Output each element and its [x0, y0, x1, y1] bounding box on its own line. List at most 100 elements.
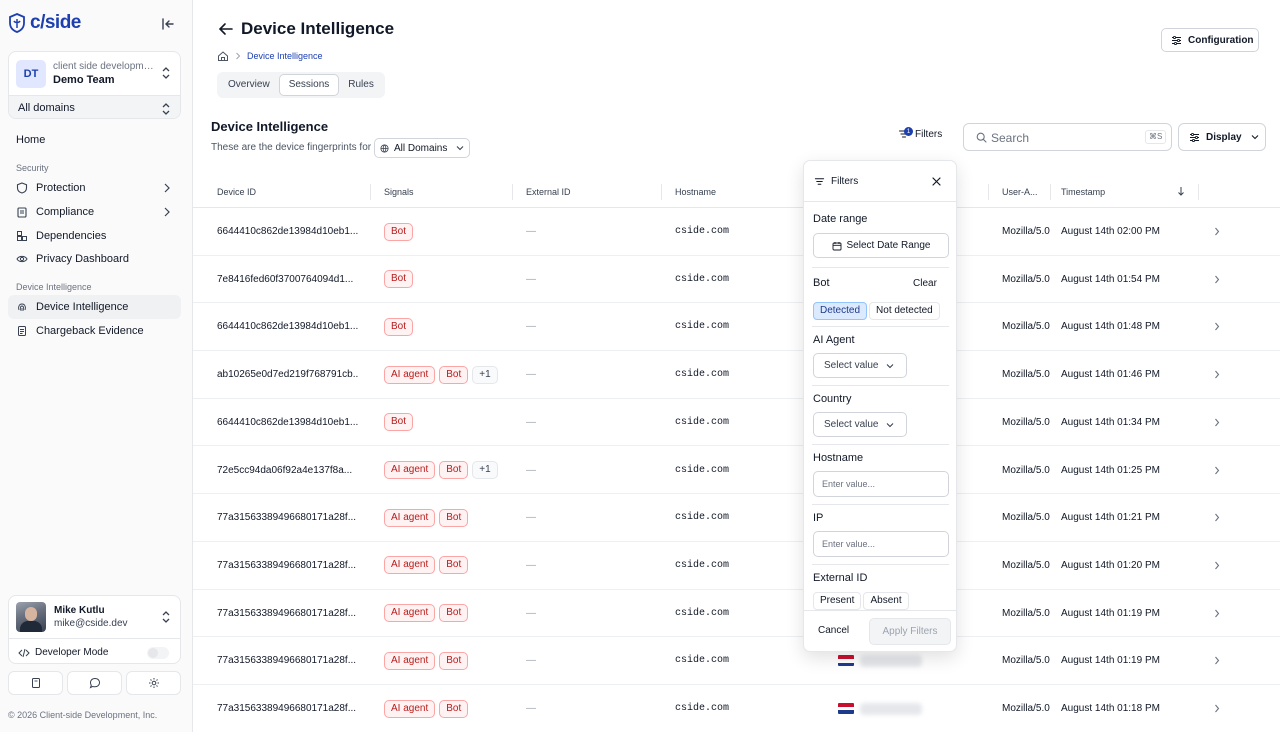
breadcrumb-current[interactable]: Device Intelligence	[247, 51, 323, 61]
nav-privacy-dashboard[interactable]: Privacy Dashboard	[8, 247, 181, 271]
signal-badge: AI agent	[384, 556, 436, 575]
apply-filters-button[interactable]: Apply Filters	[869, 618, 951, 645]
nav-privacy-label: Privacy Dashboard	[36, 253, 129, 265]
row-open[interactable]	[1214, 256, 1220, 303]
settings-button[interactable]	[126, 671, 181, 695]
more-signals-badge[interactable]: +1	[472, 461, 498, 479]
team-selector[interactable]: DT client side development ... Demo Team	[9, 52, 180, 95]
bot-option-not-detected[interactable]: Not detected	[869, 302, 940, 320]
chevron-right-icon	[1215, 656, 1220, 665]
select-date-range-button[interactable]: Select Date Range	[813, 233, 949, 258]
table-row[interactable]: 77a31563389496680171a28f... AI agent Bot — c…	[193, 590, 1280, 638]
user-menu[interactable]: Mike Kutlu mike@cside.dev	[9, 596, 180, 638]
device-id-cell: 77a31563389496680171a28f...	[217, 559, 357, 571]
column-header-hostname[interactable]: Hostname	[675, 187, 716, 197]
bot-clear-button[interactable]: Clear	[913, 278, 937, 289]
configuration-button[interactable]: Configuration	[1161, 28, 1259, 52]
external-id-option-absent[interactable]: Absent	[863, 592, 909, 610]
hostname-filter-input[interactable]	[813, 471, 949, 497]
cancel-button[interactable]: Cancel	[818, 625, 849, 636]
table-row[interactable]: ab10265e0d7ed219f768791cb... AI agent Bot +…	[193, 351, 1280, 399]
sort-descending-icon[interactable]	[1177, 186, 1185, 196]
signals-cell: Bot	[384, 208, 414, 255]
signals-cell: AI agent Bot +1	[384, 447, 498, 494]
column-header-signals[interactable]: Signals	[384, 187, 414, 197]
device-id-cell: 6644410c862de13984d10eb1...	[217, 321, 359, 333]
row-open[interactable]	[1214, 399, 1220, 446]
chat-button[interactable]	[67, 671, 122, 695]
redacted-ip	[860, 702, 922, 715]
external-id-cell: —	[526, 416, 536, 428]
back-arrow-icon[interactable]	[218, 21, 234, 37]
table-row[interactable]: 77a31563389496680171a28f... AI agent Bot — c…	[193, 494, 1280, 542]
nav-chargeback-evidence[interactable]: Chargeback Evidence	[8, 319, 181, 343]
nav-dependencies[interactable]: Dependencies	[8, 224, 181, 248]
chevron-down-icon	[887, 422, 894, 427]
column-header-timestamp[interactable]: Timestamp	[1061, 187, 1105, 197]
row-open[interactable]	[1214, 637, 1220, 684]
ip-filter-input[interactable]	[813, 531, 949, 557]
row-open[interactable]	[1214, 685, 1220, 732]
close-icon[interactable]	[932, 177, 941, 186]
tab-sessions[interactable]: Sessions	[278, 74, 340, 96]
flag-icon	[838, 655, 854, 667]
row-open[interactable]	[1214, 303, 1220, 350]
tab-overview[interactable]: Overview	[219, 74, 279, 96]
chevron-right-icon	[1215, 704, 1220, 713]
row-open[interactable]	[1214, 542, 1220, 589]
table-row[interactable]: 6644410c862de13984d10eb1... Bot — cside.com…	[193, 208, 1280, 256]
display-button-label: Display	[1206, 131, 1242, 143]
row-open[interactable]	[1214, 447, 1220, 494]
row-open[interactable]	[1214, 494, 1220, 541]
ai-agent-select[interactable]: Select value	[813, 353, 907, 378]
bot-filter-label: Bot	[813, 277, 830, 289]
user-agent-cell: Mozilla/5.0	[1002, 416, 1050, 428]
nav-home[interactable]: Home	[8, 128, 181, 152]
table-row[interactable]: 6644410c862de13984d10eb1... Bot — cside.com…	[193, 303, 1280, 352]
chevron-right-icon	[164, 207, 170, 217]
nav-compliance[interactable]: Compliance	[8, 200, 181, 224]
column-header-device-id[interactable]: Device ID	[217, 187, 256, 197]
tab-rules[interactable]: Rules	[339, 74, 383, 96]
country-select-value: Select value	[824, 419, 879, 430]
domains-selector[interactable]: All domains	[9, 95, 180, 118]
column-header-user-agent[interactable]: User-A...	[1002, 187, 1038, 197]
divider	[812, 326, 949, 327]
team-switcher[interactable]: DT client side development ... Demo Team…	[8, 51, 181, 119]
hostname-cell: cside.com	[675, 226, 730, 237]
filters-button[interactable]: 1 Filters	[898, 127, 942, 140]
nav-device-intelligence[interactable]: Device Intelligence	[8, 295, 181, 319]
row-open[interactable]	[1214, 351, 1220, 398]
chevron-down-icon	[887, 363, 894, 368]
developer-mode-toggle[interactable]	[147, 647, 169, 659]
table-row[interactable]: 77a31563389496680171a28f... AI agent Bot — c…	[193, 637, 1280, 685]
external-id-cell: —	[526, 655, 536, 667]
collapse-sidebar-icon[interactable]	[160, 16, 176, 32]
external-id-cell: —	[526, 226, 536, 237]
home-icon[interactable]	[217, 50, 229, 62]
docs-button[interactable]	[8, 671, 63, 695]
table-row[interactable]: 77a31563389496680171a28f... AI agent Bot — c…	[193, 685, 1280, 732]
external-id-cell: —	[526, 321, 536, 333]
bot-option-detected[interactable]: Detected	[813, 302, 868, 320]
signals-cell: AI agent Bot	[384, 637, 469, 684]
row-open[interactable]	[1214, 590, 1220, 637]
search-input[interactable]	[991, 128, 1101, 147]
table-row[interactable]: 7e8416fed60f3700764094d1... Bot — cside.com…	[193, 256, 1280, 304]
country-select[interactable]: Select value	[813, 412, 907, 437]
more-signals-badge[interactable]: +1	[472, 365, 498, 384]
brand-logo[interactable]: c/side	[8, 12, 81, 34]
column-header-external-id[interactable]: External ID	[526, 187, 571, 197]
sliders-icon	[1172, 35, 1181, 45]
developer-mode-row: Developer Mode	[9, 638, 180, 663]
filters-popover-footer: Cancel Apply Filters	[804, 610, 956, 653]
row-open[interactable]	[1214, 208, 1220, 255]
sliders-icon	[1190, 132, 1199, 142]
table-row[interactable]: 77a31563389496680171a28f... AI agent Bot — c…	[193, 542, 1280, 590]
nav-protection[interactable]: Protection	[8, 176, 181, 200]
table-row[interactable]: 72e5cc94da06f92a4e137f8a... AI agent Bot +1…	[193, 447, 1280, 495]
domain-select[interactable]: All Domains	[374, 138, 470, 158]
table-row[interactable]: 6644410c862de13984d10eb1... Bot — cside.com…	[193, 399, 1280, 447]
display-button[interactable]: Display	[1178, 123, 1266, 151]
external-id-option-present[interactable]: Present	[813, 592, 862, 610]
